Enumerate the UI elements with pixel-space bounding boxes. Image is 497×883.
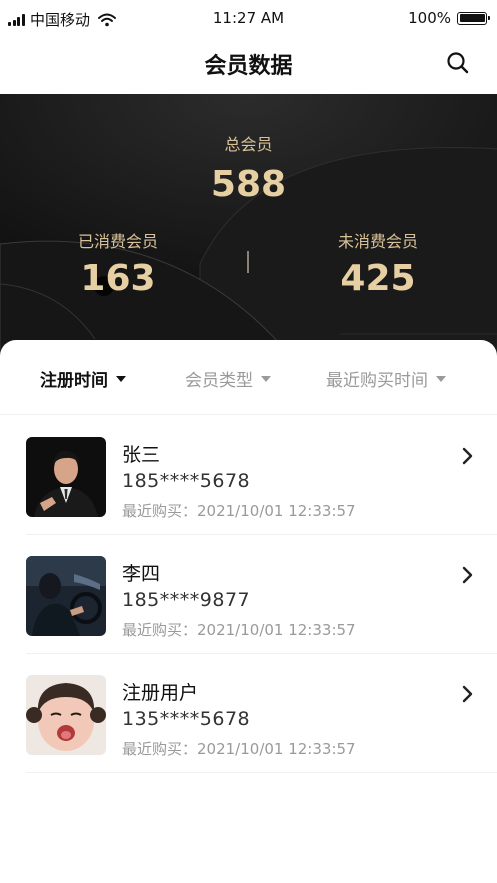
battery-percent: 100% — [408, 9, 451, 27]
filter-register-time[interactable]: 注册时间 — [40, 366, 126, 391]
chevron-right-icon — [462, 685, 473, 703]
chevron-right-icon — [462, 566, 473, 584]
page-title: 会员数据 — [204, 54, 293, 79]
member-recent-purchase: 最近购买：2021/10/01 12:33:57 — [122, 502, 356, 520]
caret-down-icon — [116, 375, 126, 382]
consumed-members-label: 已消费会员 — [77, 232, 158, 251]
filter-label: 注册时间 — [40, 371, 108, 391]
member-phone: 135****5678 — [122, 708, 251, 730]
member-name: 张三 — [122, 444, 161, 466]
member-item[interactable]: 注册用户 135****5678 最近购买：2021/10/01 12:33:5… — [26, 654, 497, 773]
member-item[interactable]: 李四 185****9877 最近购买：2021/10/01 12:33:57 — [26, 535, 497, 654]
filter-member-type[interactable]: 会员类型 — [185, 366, 271, 391]
status-bar: 中国移动 11:27 AM 100% — [0, 0, 497, 36]
filter-label: 最近购买时间 — [326, 371, 428, 391]
filter-label: 会员类型 — [185, 371, 253, 391]
member-recent-purchase: 最近购买：2021/10/01 12:33:57 — [122, 740, 356, 758]
unconsumed-members-label: 未消费会员 — [337, 232, 418, 251]
avatar — [26, 437, 106, 517]
avatar — [26, 675, 106, 755]
consumed-members-value: 163 — [80, 258, 156, 299]
search-icon[interactable] — [445, 50, 471, 76]
caret-down-icon — [436, 375, 446, 382]
member-name: 李四 — [122, 563, 161, 585]
member-name: 注册用户 — [122, 682, 199, 704]
chevron-right-icon — [462, 447, 473, 465]
member-phone: 185****9877 — [122, 589, 251, 611]
member-list: 张三 185****5678 最近购买：2021/10/01 12:33:57 … — [0, 416, 497, 773]
status-bar-right: 100% — [408, 9, 490, 27]
total-members-label: 总会员 — [224, 135, 273, 154]
caret-down-icon — [261, 375, 271, 382]
member-item[interactable]: 张三 185****5678 最近购买：2021/10/01 12:33:57 — [26, 416, 497, 535]
filter-bar: 注册时间 会员类型 最近购买时间 — [0, 340, 497, 415]
member-sheet: 注册时间 会员类型 最近购买时间 张三 185****5678 最近购买：202… — [0, 340, 497, 883]
nav-bar: 会员数据 — [0, 36, 497, 94]
member-phone: 185****5678 — [122, 470, 251, 492]
stats-divider — [247, 251, 249, 273]
filter-recent-purchase[interactable]: 最近购买时间 — [326, 366, 446, 391]
stats-banner: 总会员 588 已消费会员 163 未消费会员 425 — [0, 94, 497, 364]
battery-icon — [457, 11, 490, 25]
avatar — [26, 556, 106, 636]
unconsumed-members-value: 425 — [340, 258, 416, 299]
total-members-value: 588 — [210, 164, 287, 205]
member-recent-purchase: 最近购买：2021/10/01 12:33:57 — [122, 621, 356, 639]
